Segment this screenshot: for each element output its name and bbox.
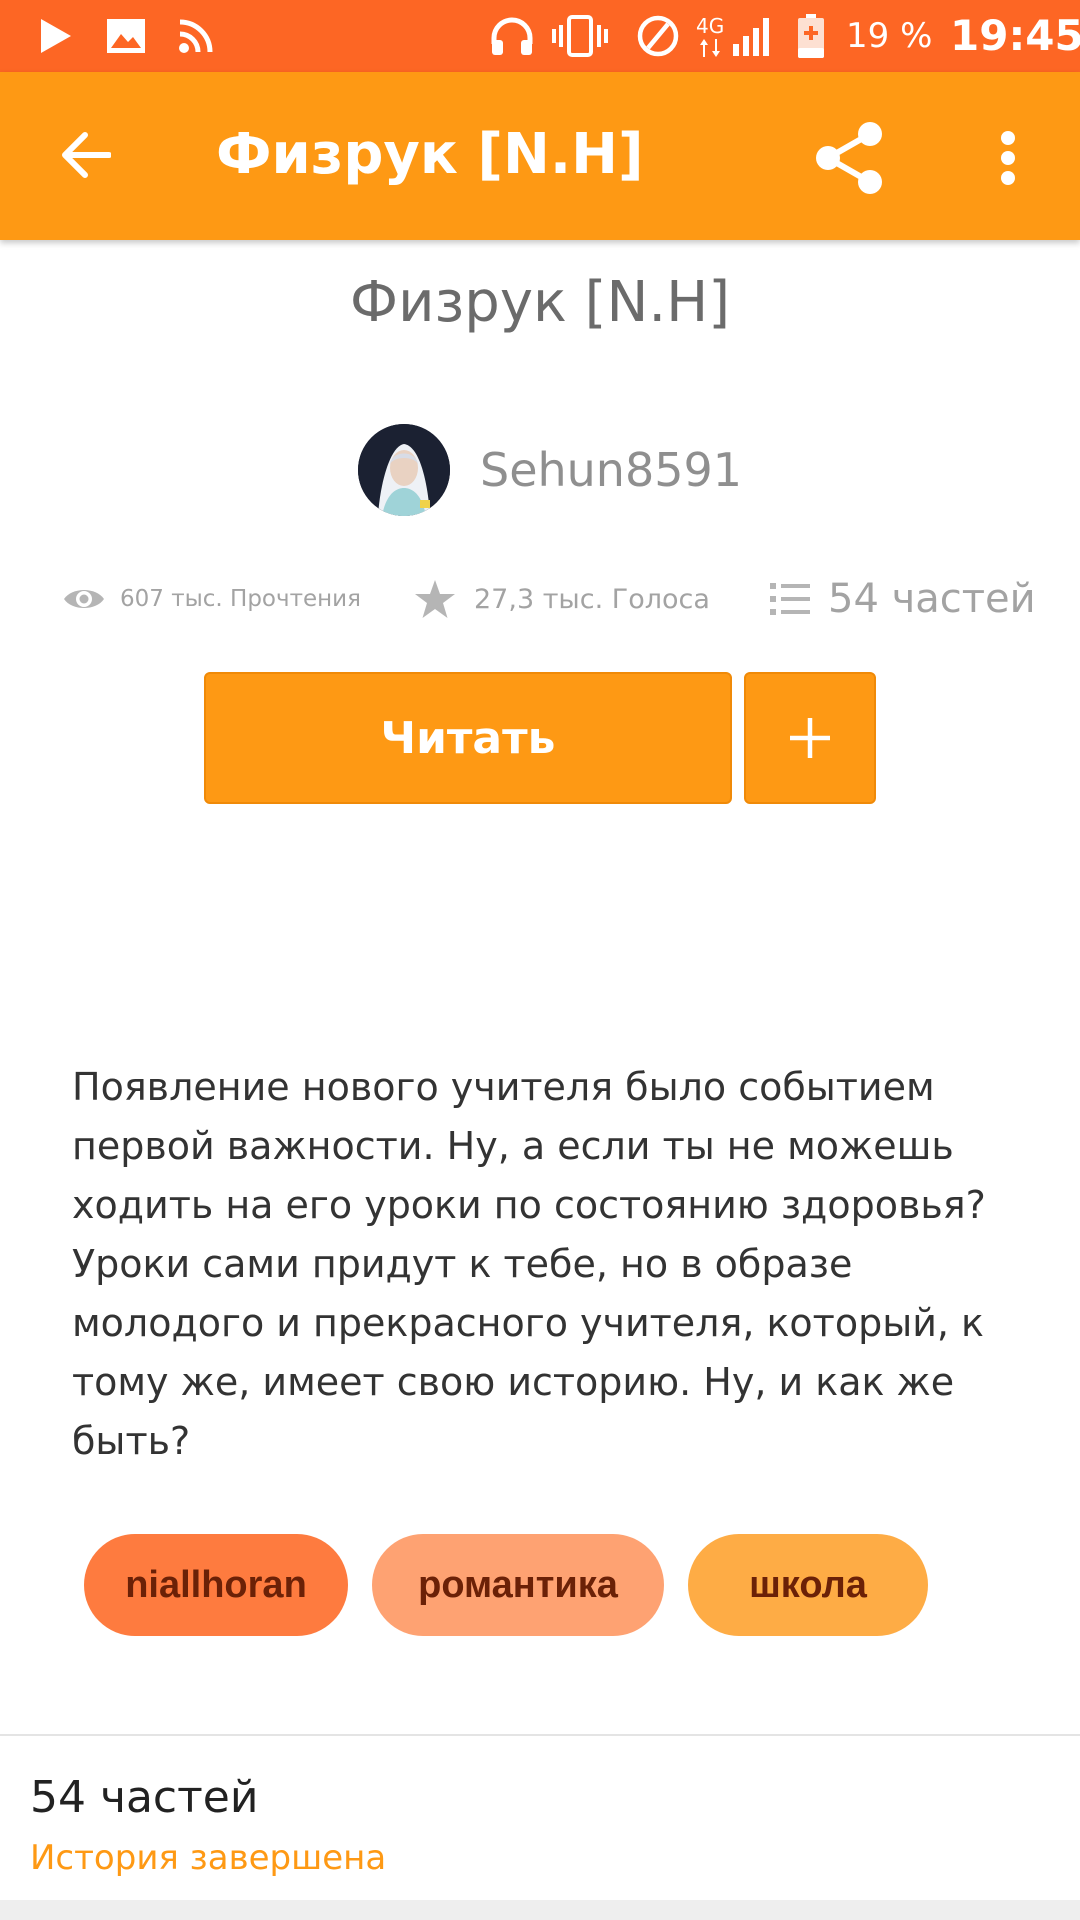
rss-icon xyxy=(176,14,216,58)
parts-count-stat: 54 частей xyxy=(828,576,1036,622)
data-arrows-icon xyxy=(696,38,724,58)
author-link[interactable]: Sehun8591 xyxy=(358,424,742,516)
back-button[interactable] xyxy=(40,112,130,202)
gallery-icon xyxy=(104,14,148,58)
tag-niallhoran[interactable]: niallhoran xyxy=(84,1534,348,1636)
parts-count: 54 частей xyxy=(30,1772,259,1823)
app-bar: Физрук [N.H] xyxy=(0,72,1080,240)
story-status: История завершена xyxy=(30,1838,387,1878)
clock: 19:45 xyxy=(950,11,1080,60)
author-name: Sehun8591 xyxy=(480,443,743,497)
parts-section[interactable]: 54 частей История завершена xyxy=(0,1734,1080,1898)
star-icon xyxy=(414,579,456,619)
story-stats: 607 тыс. Прочтения 27,3 тыс. Голоса 54 ч… xyxy=(0,566,1080,632)
headphones-icon xyxy=(488,14,536,58)
reads-stat: 607 тыс. Прочтения xyxy=(62,566,361,632)
battery-charging-icon xyxy=(796,14,826,58)
status-bar: 4G 19 % 19:45 xyxy=(0,0,1080,72)
parts-stat: 54 частей xyxy=(770,566,1036,632)
add-to-library-button[interactable] xyxy=(744,672,876,804)
eye-icon xyxy=(62,584,106,614)
tag-romantika[interactable]: романтика xyxy=(372,1534,664,1636)
share-icon xyxy=(812,120,888,201)
read-button[interactable]: Читать xyxy=(204,672,732,804)
reads-count: 607 тыс. Прочтения xyxy=(120,586,361,612)
votes-stat: 27,3 тыс. Голоса xyxy=(414,566,710,632)
arrow-left-icon xyxy=(59,129,112,186)
more-vertical-icon xyxy=(998,130,1018,191)
story-description: Появление нового учителя было событием п… xyxy=(72,1065,986,1463)
plus-icon xyxy=(788,716,832,760)
battery-percent: 19 % xyxy=(846,16,933,56)
share-button[interactable] xyxy=(800,110,900,210)
app-bar-title: Физрук [N.H] xyxy=(216,122,644,187)
vibrate-icon xyxy=(550,14,610,58)
more-options-button[interactable] xyxy=(968,110,1048,210)
do-not-disturb-icon xyxy=(634,14,682,58)
avatar xyxy=(358,424,450,516)
signal-icon xyxy=(728,14,778,58)
story-title: Физрук [N.H] xyxy=(349,270,731,335)
tag-list: niallhoran романтика школа xyxy=(84,1534,928,1636)
bottom-divider xyxy=(0,1900,1080,1920)
tag-shkola[interactable]: школа xyxy=(688,1534,928,1636)
votes-count: 27,3 тыс. Голоса xyxy=(474,583,710,615)
list-icon xyxy=(770,582,810,616)
play-store-icon xyxy=(36,14,76,58)
